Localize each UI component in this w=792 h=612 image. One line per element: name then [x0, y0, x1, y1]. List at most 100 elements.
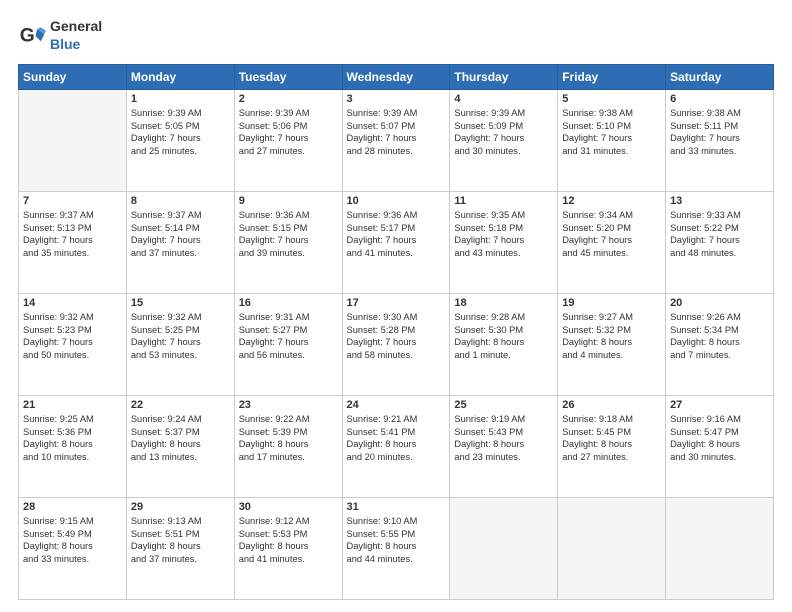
day-header-wednesday: Wednesday [342, 65, 450, 90]
day-number: 12 [562, 195, 661, 207]
cell-info: Sunrise: 9:30 AMSunset: 5:28 PMDaylight:… [347, 311, 446, 361]
cell-info: Sunrise: 9:37 AMSunset: 5:13 PMDaylight:… [23, 209, 122, 259]
calendar-cell: 23 Sunrise: 9:22 AMSunset: 5:39 PMDayligh… [234, 396, 342, 498]
svg-text:G: G [20, 25, 35, 46]
day-number: 13 [670, 195, 769, 207]
calendar-cell: 13Sunrise: 9:33 AMSunset: 5:22 PMDayligh… [666, 192, 774, 294]
day-number: 26 [562, 399, 661, 411]
calendar-table: SundayMondayTuesdayWednesdayThursdayFrid… [18, 64, 774, 600]
calendar-cell: 30Sunrise: 9:12 AMSunset: 5:53 PMDayligh… [234, 498, 342, 600]
cell-info: Sunrise: 9:16 AMSunset: 5:47 PMDaylight:… [670, 413, 769, 463]
calendar-cell: 2 Sunrise: 9:39 AMSunset: 5:06 PMDaylight… [234, 90, 342, 192]
cell-info: Sunrise: 9:34 AMSunset: 5:20 PMDaylight:… [562, 209, 661, 259]
calendar-week-5: 28 Sunrise: 9:15 AMSunset: 5:49 PMDayligh… [19, 498, 774, 600]
day-number: 24 [347, 399, 446, 411]
calendar-header-row: SundayMondayTuesdayWednesdayThursdayFrid… [19, 65, 774, 90]
cell-info: Sunrise: 9:39 AMSunset: 5:07 PMDaylight:… [347, 107, 446, 157]
logo-blue: Blue [50, 36, 80, 52]
cell-info: Sunrise: 9:32 AMSunset: 5:25 PMDaylight:… [131, 311, 230, 361]
day-number: 21 [23, 399, 122, 411]
cell-info: Sunrise: 9:28 AMSunset: 5:30 PMDaylight:… [454, 311, 553, 361]
day-number: 11 [454, 195, 553, 207]
cell-info: Sunrise: 9:31 AMSunset: 5:27 PMDaylight:… [239, 311, 338, 361]
cell-info: Sunrise: 9:39 AMSunset: 5:09 PMDaylight:… [454, 107, 553, 157]
day-number: 2 [239, 93, 338, 105]
day-number: 19 [562, 297, 661, 309]
calendar-cell: 28 Sunrise: 9:15 AMSunset: 5:49 PMDayligh… [19, 498, 127, 600]
page: G General Blue SundayMondayTuesdayWednes… [0, 0, 792, 612]
day-number: 15 [131, 297, 230, 309]
calendar-cell: 21 Sunrise: 9:25 AMSunset: 5:36 PMDayligh… [19, 396, 127, 498]
calendar-body: 1 Sunrise: 9:39 AMSunset: 5:05 PMDaylight… [19, 90, 774, 600]
calendar-cell: 14 Sunrise: 9:32 AMSunset: 5:23 PMDayligh… [19, 294, 127, 396]
cell-info: Sunrise: 9:26 AMSunset: 5:34 PMDaylight:… [670, 311, 769, 361]
day-number: 31 [347, 501, 446, 513]
calendar-cell: 5 Sunrise: 9:38 AMSunset: 5:10 PMDaylight… [558, 90, 666, 192]
calendar-cell: 7Sunrise: 9:37 AMSunset: 5:13 PMDaylight… [19, 192, 127, 294]
day-number: 23 [239, 399, 338, 411]
cell-info: Sunrise: 9:38 AMSunset: 5:11 PMDaylight:… [670, 107, 769, 157]
day-number: 14 [23, 297, 122, 309]
day-number: 29 [131, 501, 230, 513]
header: G General Blue [18, 18, 774, 54]
day-number: 4 [454, 93, 553, 105]
day-number: 16 [239, 297, 338, 309]
cell-info: Sunrise: 9:24 AMSunset: 5:37 PMDaylight:… [131, 413, 230, 463]
cell-info: Sunrise: 9:22 AMSunset: 5:39 PMDaylight:… [239, 413, 338, 463]
day-number: 17 [347, 297, 446, 309]
day-number: 1 [131, 93, 230, 105]
cell-info: Sunrise: 9:12 AMSunset: 5:53 PMDaylight:… [239, 515, 338, 565]
day-number: 5 [562, 93, 661, 105]
cell-info: Sunrise: 9:10 AMSunset: 5:55 PMDaylight:… [347, 515, 446, 565]
day-header-monday: Monday [126, 65, 234, 90]
calendar-cell [450, 498, 558, 600]
calendar-cell: 19Sunrise: 9:27 AMSunset: 5:32 PMDayligh… [558, 294, 666, 396]
calendar-cell: 9Sunrise: 9:36 AMSunset: 5:15 PMDaylight… [234, 192, 342, 294]
cell-info: Sunrise: 9:35 AMSunset: 5:18 PMDaylight:… [454, 209, 553, 259]
day-header-friday: Friday [558, 65, 666, 90]
day-number: 10 [347, 195, 446, 207]
cell-info: Sunrise: 9:39 AMSunset: 5:06 PMDaylight:… [239, 107, 338, 157]
day-header-tuesday: Tuesday [234, 65, 342, 90]
calendar-cell: 12 Sunrise: 9:34 AMSunset: 5:20 PMDayligh… [558, 192, 666, 294]
calendar-cell: 26Sunrise: 9:18 AMSunset: 5:45 PMDayligh… [558, 396, 666, 498]
calendar-cell: 22 Sunrise: 9:24 AMSunset: 5:37 PMDayligh… [126, 396, 234, 498]
cell-info: Sunrise: 9:15 AMSunset: 5:49 PMDaylight:… [23, 515, 122, 565]
day-header-saturday: Saturday [666, 65, 774, 90]
day-number: 25 [454, 399, 553, 411]
calendar-cell: 11 Sunrise: 9:35 AMSunset: 5:18 PMDayligh… [450, 192, 558, 294]
calendar-cell: 4 Sunrise: 9:39 AMSunset: 5:09 PMDaylight… [450, 90, 558, 192]
calendar-cell [558, 498, 666, 600]
day-number: 20 [670, 297, 769, 309]
cell-info: Sunrise: 9:36 AMSunset: 5:17 PMDaylight:… [347, 209, 446, 259]
day-number: 18 [454, 297, 553, 309]
day-number: 6 [670, 93, 769, 105]
cell-info: Sunrise: 9:19 AMSunset: 5:43 PMDaylight:… [454, 413, 553, 463]
cell-info: Sunrise: 9:32 AMSunset: 5:23 PMDaylight:… [23, 311, 122, 361]
calendar-cell: 6 Sunrise: 9:38 AMSunset: 5:11 PMDaylight… [666, 90, 774, 192]
calendar-cell: 31 Sunrise: 9:10 AMSunset: 5:55 PMDayligh… [342, 498, 450, 600]
cell-info: Sunrise: 9:36 AMSunset: 5:15 PMDaylight:… [239, 209, 338, 259]
calendar-week-1: 1 Sunrise: 9:39 AMSunset: 5:05 PMDaylight… [19, 90, 774, 192]
calendar-cell: 16 Sunrise: 9:31 AMSunset: 5:27 PMDayligh… [234, 294, 342, 396]
day-number: 22 [131, 399, 230, 411]
calendar-week-4: 21 Sunrise: 9:25 AMSunset: 5:36 PMDayligh… [19, 396, 774, 498]
calendar-cell: 15 Sunrise: 9:32 AMSunset: 5:25 PMDayligh… [126, 294, 234, 396]
calendar-cell: 29 Sunrise: 9:13 AMSunset: 5:51 PMDayligh… [126, 498, 234, 600]
calendar-week-3: 14 Sunrise: 9:32 AMSunset: 5:23 PMDayligh… [19, 294, 774, 396]
cell-info: Sunrise: 9:38 AMSunset: 5:10 PMDaylight:… [562, 107, 661, 157]
calendar-cell: 10 Sunrise: 9:36 AMSunset: 5:17 PMDayligh… [342, 192, 450, 294]
cell-info: Sunrise: 9:25 AMSunset: 5:36 PMDaylight:… [23, 413, 122, 463]
calendar-cell: 25 Sunrise: 9:19 AMSunset: 5:43 PMDayligh… [450, 396, 558, 498]
cell-info: Sunrise: 9:39 AMSunset: 5:05 PMDaylight:… [131, 107, 230, 157]
day-number: 8 [131, 195, 230, 207]
day-number: 27 [670, 399, 769, 411]
cell-info: Sunrise: 9:21 AMSunset: 5:41 PMDaylight:… [347, 413, 446, 463]
calendar-cell: 3Sunrise: 9:39 AMSunset: 5:07 PMDaylight… [342, 90, 450, 192]
logo: G General Blue [18, 18, 102, 54]
calendar-cell: 17 Sunrise: 9:30 AMSunset: 5:28 PMDayligh… [342, 294, 450, 396]
calendar-cell [666, 498, 774, 600]
cell-info: Sunrise: 9:13 AMSunset: 5:51 PMDaylight:… [131, 515, 230, 565]
day-number: 28 [23, 501, 122, 513]
calendar-cell [19, 90, 127, 192]
